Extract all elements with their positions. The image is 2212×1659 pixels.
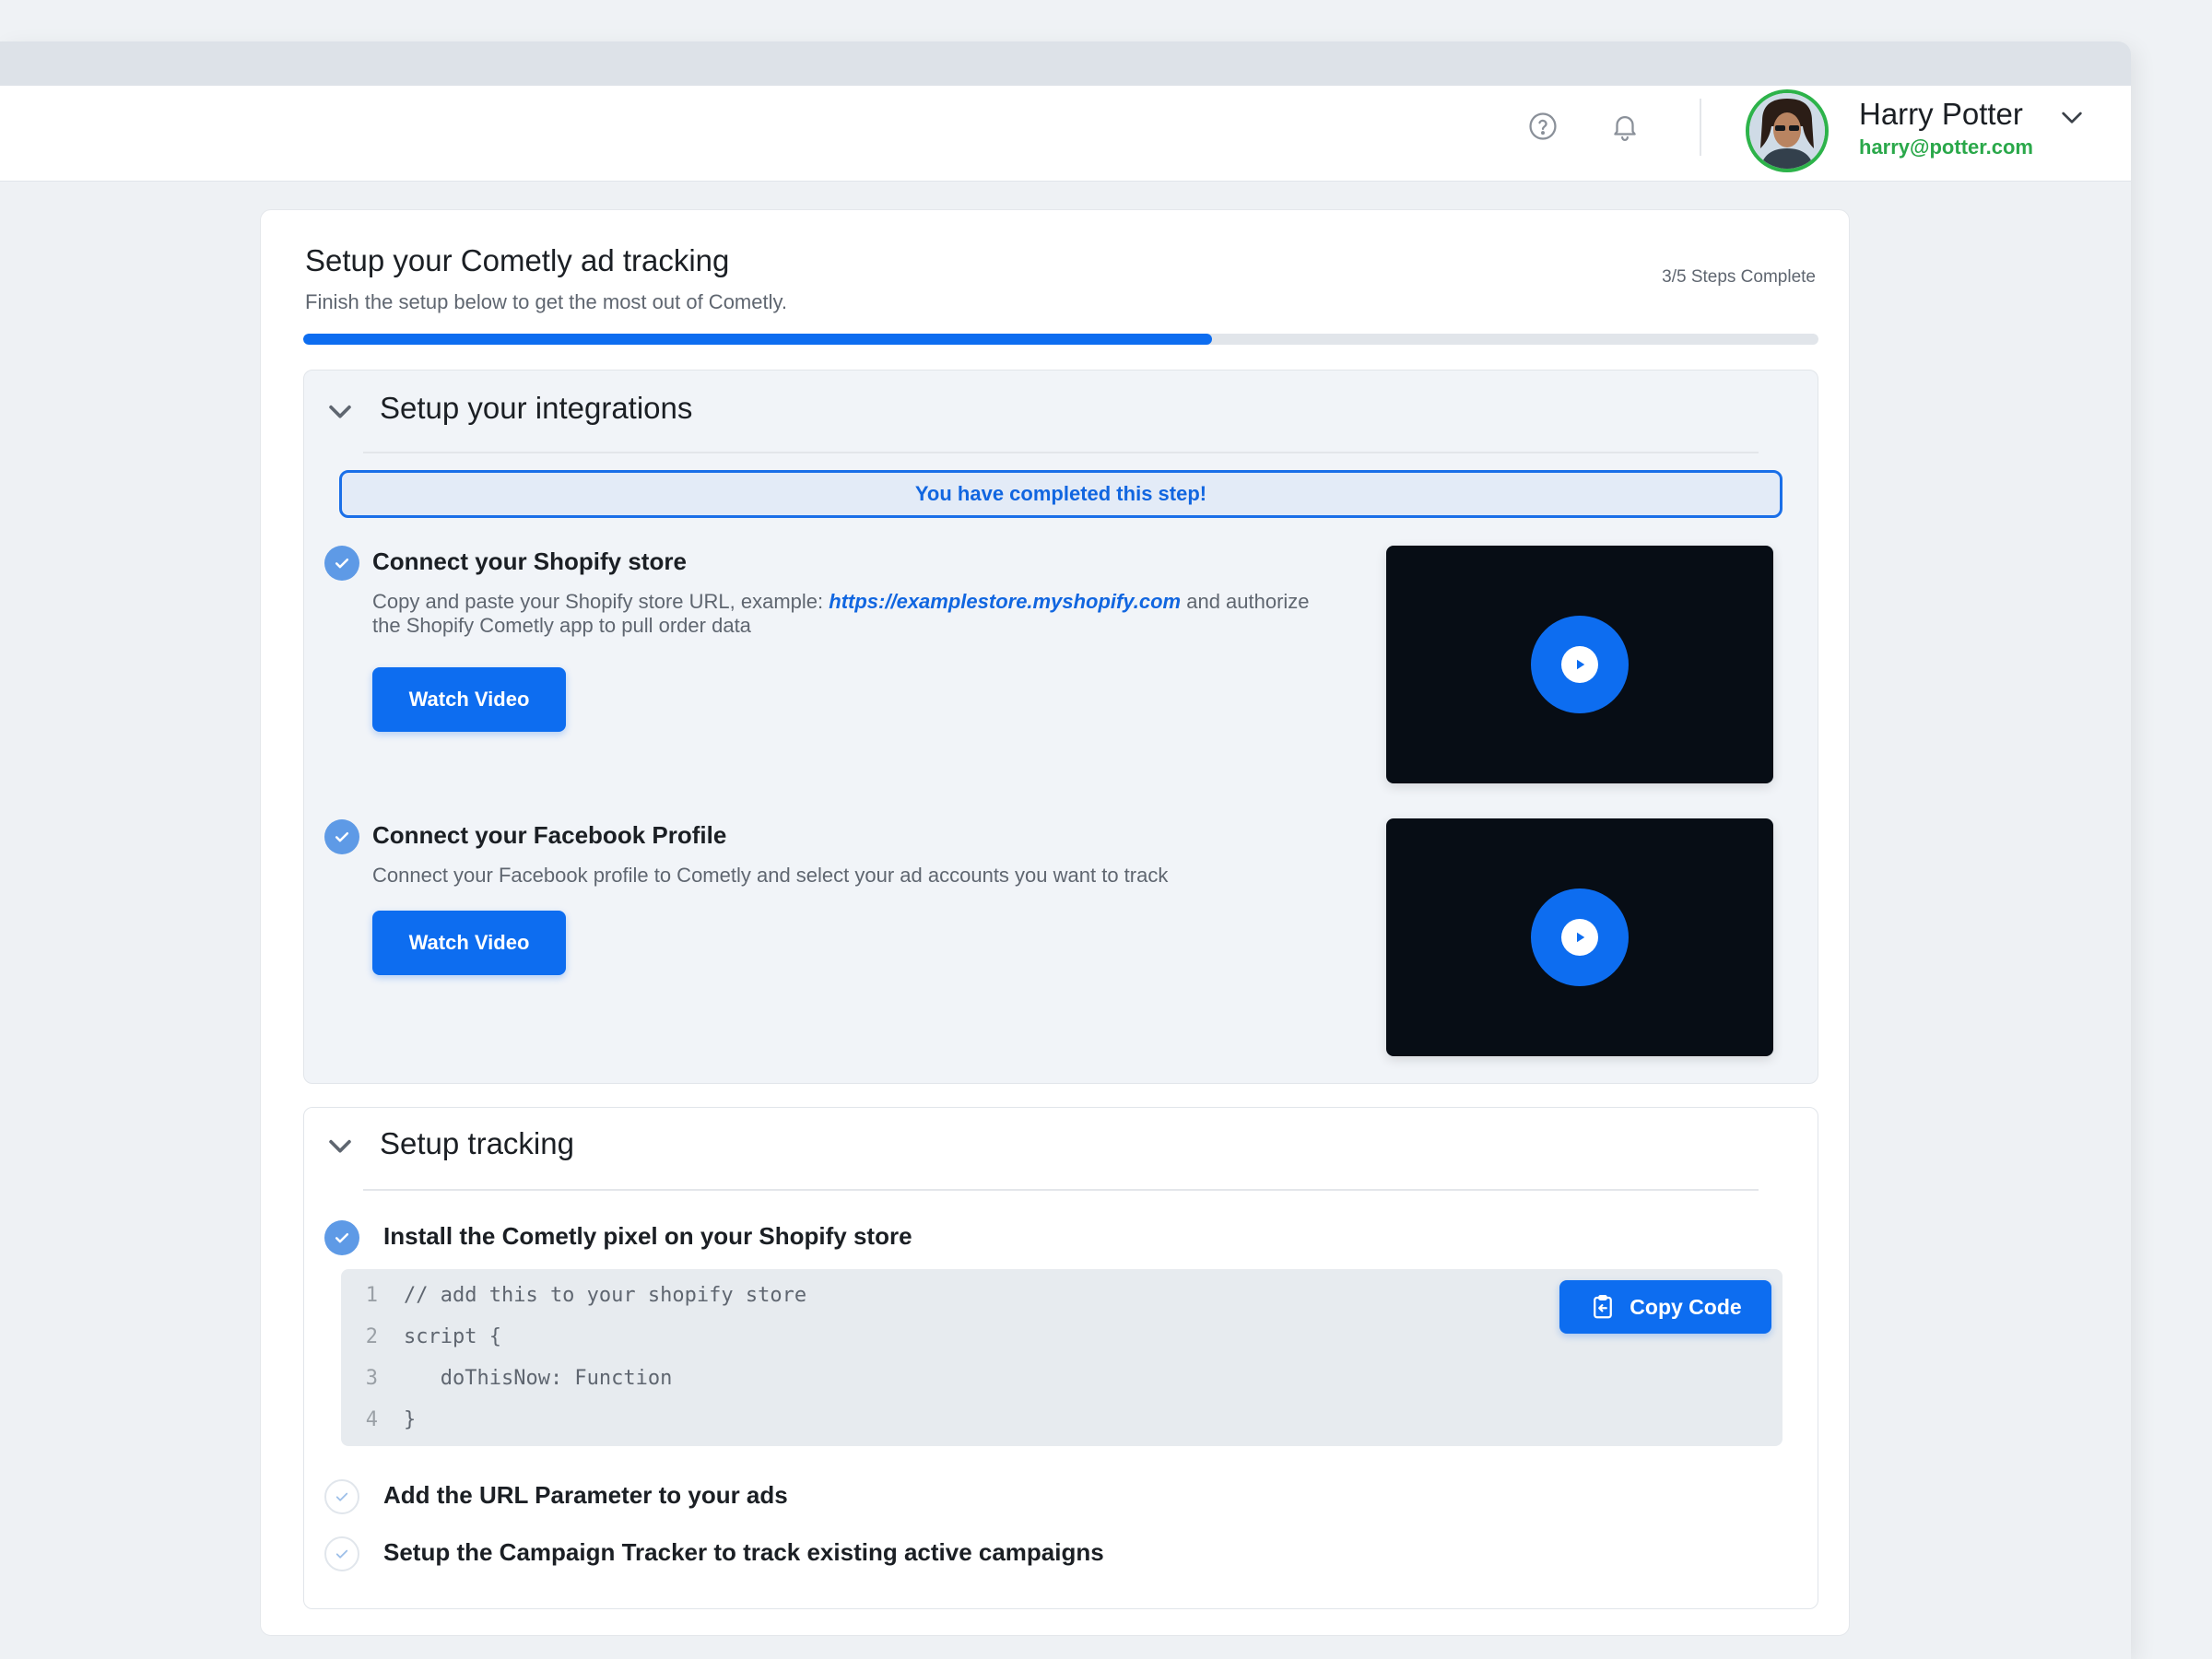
code-line-text: doThisNow: Function	[404, 1366, 673, 1390]
task-title-facebook: Connect your Facebook Profile	[372, 821, 727, 849]
integrations-section-title[interactable]: Setup your integrations	[380, 391, 692, 426]
notifications-button[interactable]	[1603, 104, 1647, 148]
chevron-down-icon[interactable]	[2057, 102, 2087, 132]
code-line-text: // add this to your shopify store	[404, 1283, 807, 1307]
code-line: 3 doThisNow: Function	[341, 1364, 673, 1392]
copy-code-label: Copy Code	[1630, 1294, 1742, 1319]
task-title-shopify: Connect your Shopify store	[372, 547, 687, 575]
task-description-shopify: Copy and paste your Shopify store URL, e…	[372, 590, 1340, 638]
topbar-divider	[1700, 99, 1701, 156]
page-subtitle: Finish the setup below to get the most o…	[305, 290, 787, 313]
task-title-install-pixel: Install the Cometly pixel on your Shopif…	[383, 1222, 912, 1250]
check-icon	[324, 1220, 359, 1255]
play-button[interactable]	[1531, 888, 1629, 986]
check-icon	[324, 546, 359, 581]
user-email: harry@potter.com	[1859, 135, 2033, 159]
task-title-url-parameter[interactable]: Add the URL Parameter to your ads	[383, 1481, 788, 1510]
setup-progress-fill	[303, 334, 1213, 345]
page-title: Setup your Cometly ad tracking	[305, 243, 730, 277]
step-complete-banner: You have completed this step!	[339, 470, 1783, 518]
code-line: 2 script {	[341, 1323, 501, 1350]
chevron-down-icon[interactable]	[324, 395, 356, 427]
tracking-section: Setup tracking Install the Cometly pixel…	[303, 1107, 1818, 1609]
copy-code-button[interactable]: Copy Code	[1559, 1280, 1771, 1334]
section-divider	[363, 452, 1759, 453]
bell-icon	[1614, 116, 1636, 141]
help-circle-icon	[1529, 112, 1557, 140]
video-player-facebook[interactable]	[1386, 818, 1773, 1056]
setup-progress-bar	[303, 334, 1818, 345]
avatar[interactable]	[1746, 89, 1829, 172]
play-button[interactable]	[1531, 616, 1629, 713]
watch-video-button-shopify[interactable]: Watch Video	[372, 667, 566, 732]
window-titlebar	[0, 41, 2131, 86]
watch-video-button-facebook[interactable]: Watch Video	[372, 911, 566, 975]
check-icon[interactable]	[324, 1479, 359, 1514]
code-line-text: script {	[404, 1324, 501, 1348]
code-line-number: 1	[365, 1283, 378, 1307]
steps-complete-label: 3/5 Steps Complete	[1662, 267, 1816, 287]
section-divider	[363, 1189, 1759, 1191]
play-icon	[1561, 919, 1598, 956]
integrations-section: Setup your integrations You have complet…	[303, 370, 1818, 1084]
example-store-link[interactable]: https://examplestore.myshopify.com	[829, 590, 1181, 613]
video-player-shopify[interactable]	[1386, 546, 1773, 783]
task-description-text: Copy and paste your Shopify store URL, e…	[372, 590, 830, 613]
setup-card: Setup your Cometly ad tracking Finish th…	[260, 209, 1850, 1636]
code-line-number: 2	[365, 1324, 378, 1348]
task-description-facebook: Connect your Facebook profile to Cometly…	[372, 864, 1169, 887]
code-line-text: }	[404, 1407, 417, 1431]
chevron-down-icon[interactable]	[324, 1130, 356, 1161]
code-block: 1 // add this to your shopify store 2 sc…	[341, 1269, 1783, 1446]
code-line-number: 3	[365, 1366, 378, 1390]
help-button[interactable]	[1521, 104, 1565, 148]
tracking-section-title[interactable]: Setup tracking	[380, 1126, 574, 1161]
check-icon	[324, 819, 359, 854]
code-line-number: 4	[365, 1407, 378, 1431]
user-name: Harry Potter	[1859, 97, 2023, 131]
code-line: 4 }	[341, 1406, 417, 1433]
clipboard-icon	[1594, 1295, 1613, 1319]
check-icon[interactable]	[324, 1536, 359, 1571]
code-line: 1 // add this to your shopify store	[341, 1281, 806, 1309]
task-title-campaign-tracker[interactable]: Setup the Campaign Tracker to track exis…	[383, 1538, 1104, 1567]
play-icon	[1561, 646, 1598, 683]
